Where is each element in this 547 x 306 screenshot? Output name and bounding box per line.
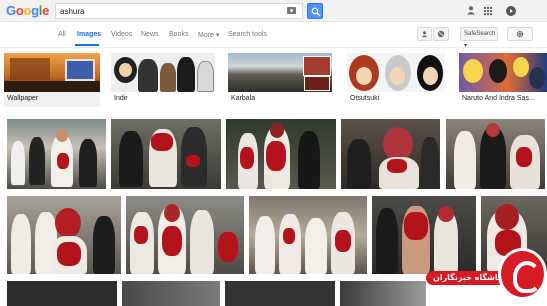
related-search-indir[interactable]: Indir: [111, 53, 215, 107]
related-search-karbala[interactable]: Karbala: [228, 53, 332, 107]
search-input[interactable]: [60, 5, 280, 18]
person-icon: [467, 6, 475, 15]
tab-more[interactable]: More ▾: [198, 31, 219, 39]
related-thumbnail: [4, 53, 100, 92]
watermark-text: باشگاه خبرنگاران: [433, 273, 501, 282]
related-label: Wallpaper: [7, 95, 39, 102]
safesearch-dropdown[interactable]: SafeSearch ▾: [460, 27, 498, 49]
news-agency-watermark: باشگاه خبرنگاران: [426, 240, 547, 306]
image-result[interactable]: [446, 119, 545, 189]
related-search-wallpaper[interactable]: Wallpaper: [4, 53, 100, 107]
related-label: Otsutsuki: [350, 95, 380, 102]
search-box[interactable]: [55, 3, 303, 19]
image-result[interactable]: [126, 196, 244, 274]
watermark-logo-icon: [498, 248, 547, 300]
globe-filter-button[interactable]: [433, 27, 449, 41]
tab-videos[interactable]: Videos: [111, 31, 132, 38]
active-tab-indicator: [75, 44, 99, 46]
person-filter-button[interactable]: [417, 27, 432, 41]
image-result[interactable]: [7, 196, 121, 274]
person-icon: [421, 31, 428, 38]
image-result[interactable]: [7, 119, 106, 189]
related-search-otsutsuki[interactable]: Otsutsuki: [347, 53, 445, 107]
related-search-naruto[interactable]: Naruto And Indra Sas...: [459, 53, 547, 107]
related-thumbnail: [228, 53, 332, 92]
user-menu[interactable]: [466, 5, 476, 17]
related-label: Naruto And Indra Sas...: [462, 95, 535, 102]
image-result[interactable]: [341, 119, 440, 189]
apps-grid-icon[interactable]: [484, 7, 493, 16]
tab-news[interactable]: News: [141, 31, 159, 38]
tab-images[interactable]: Images: [77, 31, 101, 38]
search-icon: [311, 7, 321, 17]
image-result[interactable]: [225, 281, 335, 306]
gear-icon: [516, 30, 524, 38]
related-thumbnail: [347, 53, 445, 92]
google-logo[interactable]: Google: [6, 3, 49, 18]
image-result[interactable]: [111, 119, 221, 189]
image-result[interactable]: [122, 281, 220, 306]
settings-button[interactable]: [507, 27, 533, 41]
image-result[interactable]: [7, 281, 117, 306]
tab-all[interactable]: All: [58, 31, 66, 38]
camera-icon[interactable]: [287, 7, 296, 14]
image-result[interactable]: [340, 281, 426, 306]
play-circle-icon[interactable]: [506, 6, 516, 16]
globe-icon: [437, 30, 445, 38]
related-thumbnail: [111, 53, 215, 92]
search-button[interactable]: [307, 3, 323, 19]
related-thumbnail: [459, 53, 547, 92]
related-label: Indir: [114, 95, 128, 102]
tab-books[interactable]: Books: [169, 31, 188, 38]
tab-search-tools[interactable]: Search tools: [228, 31, 267, 38]
image-result[interactable]: [249, 196, 367, 274]
image-result[interactable]: [226, 119, 336, 189]
related-label: Karbala: [231, 95, 256, 102]
